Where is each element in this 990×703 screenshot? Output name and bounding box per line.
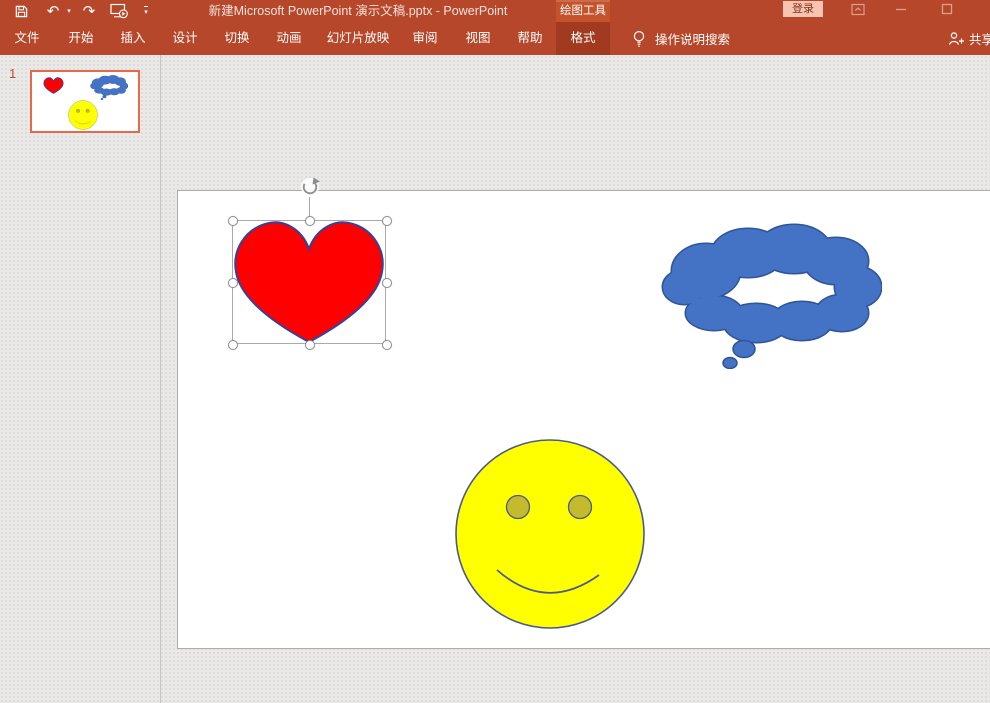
mini-heart-shape: [43, 77, 64, 94]
add-person-icon: [948, 31, 965, 46]
share-button[interactable]: 共享: [948, 22, 990, 55]
tab-slideshow[interactable]: 幻灯片放映: [327, 22, 390, 55]
lightbulb-icon: [631, 30, 647, 48]
window-title: 新建Microsoft PowerPoint 演示文稿.pptx - Power…: [209, 0, 508, 22]
ribbon-display-options-button[interactable]: [845, 0, 871, 18]
undo-button[interactable]: ↶: [42, 0, 64, 22]
maximize-button[interactable]: [934, 0, 960, 18]
slide-thumbnail-1[interactable]: [30, 70, 140, 133]
customize-quick-access-toolbar-button[interactable]: ▾: [138, 0, 154, 22]
minimize-icon: [895, 3, 907, 15]
save-icon: [14, 4, 29, 19]
selection-handle-ne[interactable]: [382, 216, 392, 226]
selection-handle-s[interactable]: [305, 340, 315, 350]
save-button[interactable]: [10, 0, 32, 22]
selection-handle-e[interactable]: [382, 278, 392, 288]
tab-format-active[interactable]: 格式: [556, 22, 610, 55]
selection-handle-sw[interactable]: [228, 340, 238, 350]
slide-thumbnail-panel: [0, 55, 160, 703]
tab-review[interactable]: 审阅: [412, 22, 437, 55]
start-slideshow-icon: [110, 3, 129, 19]
rotate-icon: [299, 176, 321, 198]
cloud-callout-shape[interactable]: [660, 223, 882, 369]
mini-smiley-shape: [68, 100, 98, 130]
rotate-handle[interactable]: [299, 176, 321, 198]
tab-transitions[interactable]: 切换: [224, 22, 249, 55]
title-bar: ↶ ▾ ↷ ▾ 新建Microsoft PowerPoint 演示文稿.pptx…: [0, 0, 990, 22]
ribbon-display-options-icon: [851, 3, 865, 16]
redo-icon: ↷: [83, 0, 96, 22]
ribbon-tab-row: 文件 开始 插入 设计 切换 动画 幻灯片放映 审阅 视图 帮助 格式 操作说明…: [0, 22, 990, 55]
shape-selection-box: [232, 220, 386, 344]
selection-handle-se[interactable]: [382, 340, 392, 350]
panel-divider: [160, 55, 161, 703]
tab-insert[interactable]: 插入: [120, 22, 145, 55]
minimize-button[interactable]: [888, 0, 914, 18]
selection-handle-nw[interactable]: [228, 216, 238, 226]
tell-me-label: 操作说明搜索: [655, 29, 730, 48]
selection-handle-w[interactable]: [228, 278, 238, 288]
tab-help[interactable]: 帮助: [517, 22, 542, 55]
tab-file[interactable]: 文件: [14, 22, 39, 55]
sign-in-button[interactable]: 登录: [783, 1, 823, 17]
mini-cloud-shape: [90, 75, 128, 100]
undo-dropdown[interactable]: ▾: [64, 0, 74, 22]
share-label: 共享: [969, 29, 990, 48]
undo-icon: ↶: [47, 0, 60, 22]
redo-button[interactable]: ↷: [78, 0, 100, 22]
tab-animations[interactable]: 动画: [276, 22, 301, 55]
maximize-icon: [941, 3, 953, 15]
selection-handle-n[interactable]: [305, 216, 315, 226]
tab-home[interactable]: 开始: [68, 22, 93, 55]
chevron-down-icon: ▾: [67, 7, 71, 15]
smiley-face-shape[interactable]: [453, 437, 647, 631]
chevron-down-icon: ▾: [144, 6, 148, 16]
powerpoint-window: ↶ ▾ ↷ ▾ 新建Microsoft PowerPoint 演示文稿.pptx…: [0, 0, 990, 703]
tab-design[interactable]: 设计: [172, 22, 197, 55]
tell-me-search[interactable]: 操作说明搜索: [631, 22, 730, 55]
slide-number: 1: [9, 66, 16, 81]
start-slideshow-button[interactable]: [106, 0, 132, 22]
drawing-tools-contextual-header: 绘图工具: [556, 0, 610, 22]
tab-view[interactable]: 视图: [465, 22, 490, 55]
